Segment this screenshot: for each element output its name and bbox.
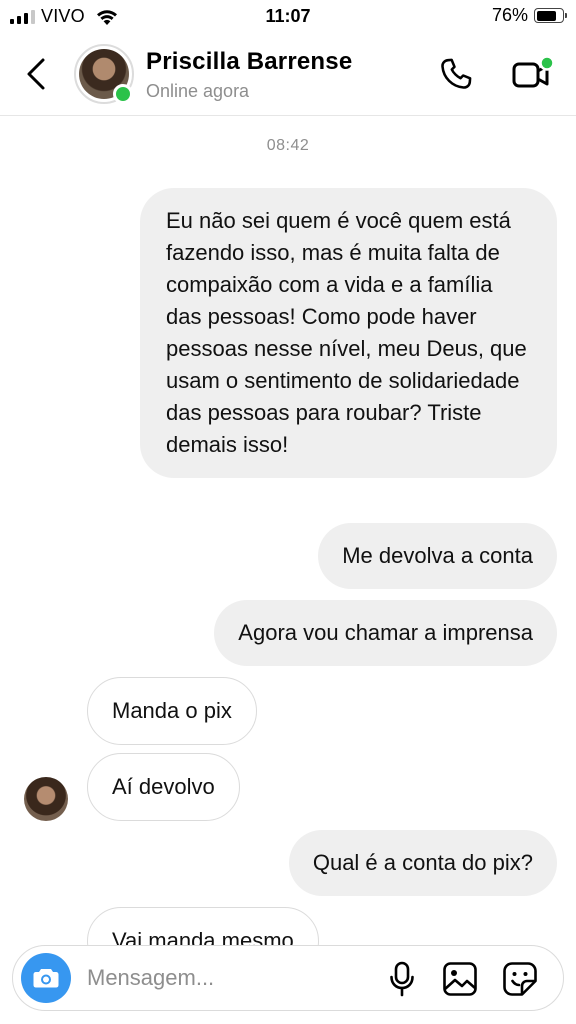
message-sent[interactable]: Qual é a conta do pix? <box>288 830 557 896</box>
phone-icon <box>441 58 472 89</box>
gallery-button[interactable] <box>441 960 479 998</box>
message-timestamp: 08:42 <box>266 137 310 154</box>
message-received[interactable]: Vai manda mesmo <box>87 907 319 945</box>
online-indicator <box>113 84 133 104</box>
contact-name[interactable]: Priscilla Barrense <box>146 48 352 76</box>
back-button[interactable] <box>20 54 52 94</box>
message-sent[interactable]: Me devolva a conta <box>318 523 557 589</box>
message-composer <box>12 945 564 1011</box>
contact-status: Online agora <box>146 81 250 101</box>
message-input[interactable] <box>87 962 367 994</box>
battery-percent: 76% <box>491 5 528 25</box>
message-sent[interactable]: Eu não sei quem é você quem está fazendo… <box>140 188 557 478</box>
voice-call-button[interactable] <box>436 54 476 94</box>
voice-message-button[interactable] <box>385 960 419 998</box>
chat-header: Priscilla Barrense Online agora <box>0 34 576 116</box>
battery-icon <box>534 8 567 23</box>
message-received[interactable]: Manda o pix <box>87 677 257 745</box>
sticker-icon <box>503 962 537 996</box>
message-list[interactable]: 08:42 Eu não sei quem é você quem está f… <box>0 117 576 945</box>
microphone-icon <box>390 961 414 997</box>
video-camera-icon <box>512 55 555 88</box>
camera-button[interactable] <box>21 953 71 1003</box>
video-call-button[interactable] <box>510 54 556 94</box>
status-bar: VIVO 11:07 76% <box>0 0 576 34</box>
sticker-button[interactable] <box>501 960 539 998</box>
clock: 11:07 <box>265 6 311 26</box>
status-right: 76% <box>491 5 567 26</box>
sender-avatar[interactable] <box>24 777 68 821</box>
camera-icon <box>33 969 59 988</box>
gallery-icon <box>443 962 477 996</box>
message-received[interactable]: Aí devolvo <box>87 753 240 821</box>
message-sent[interactable]: Agora vou chamar a imprensa <box>214 600 557 666</box>
back-chevron-icon <box>27 58 45 90</box>
